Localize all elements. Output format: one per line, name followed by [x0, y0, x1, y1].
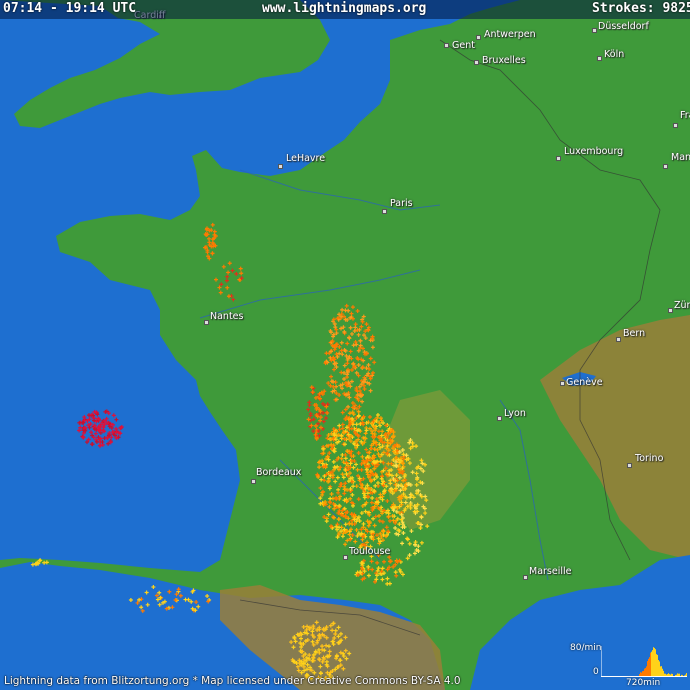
lightning-map[interactable]: Cardiff Antwerpen Gent Bruxelles Köln Dü…	[0, 0, 690, 690]
city-label-geneve: Genève	[566, 377, 603, 388]
city-dot	[560, 381, 565, 386]
histogram-bar	[656, 654, 657, 676]
histogram-bar	[675, 674, 676, 676]
city-dot	[663, 164, 668, 169]
footer-credit: Lightning data from Blitzortung.org * Ma…	[4, 675, 461, 687]
city-dot	[523, 575, 528, 580]
histogram-bar	[639, 674, 640, 676]
city-dot	[597, 56, 602, 61]
city-label-lyon: Lyon	[504, 408, 526, 419]
city-dot	[497, 416, 502, 421]
city-label-antwerpen: Antwerpen	[484, 29, 536, 40]
histogram-bar	[655, 649, 656, 676]
histogram-span-label: 720min	[626, 678, 661, 688]
city-dot	[343, 555, 348, 560]
city-label-gent: Gent	[452, 40, 475, 51]
histogram-bar	[642, 671, 643, 676]
city-label-marseille: Marseille	[529, 566, 572, 577]
city-dot	[668, 308, 673, 313]
histogram-bar	[686, 673, 687, 676]
site-link[interactable]: www.lightningmaps.org	[262, 1, 426, 16]
city-label-koln: Köln	[604, 49, 625, 60]
time-range: 07:14 - 19:14 UTC	[3, 1, 137, 16]
histogram-bar	[648, 658, 649, 676]
city-dot	[204, 320, 209, 325]
histogram-bar	[650, 652, 651, 676]
histogram-bar	[653, 647, 654, 676]
city-dot	[476, 35, 481, 40]
histogram-bar	[678, 673, 679, 676]
histogram-bar	[671, 673, 672, 676]
city-dot	[556, 156, 561, 161]
histogram-bar	[681, 674, 682, 676]
histogram-bar	[659, 661, 660, 676]
strokes-value: 9825	[662, 1, 690, 16]
city-label-nantes: Nantes	[210, 311, 244, 322]
city-dot	[673, 123, 678, 128]
histogram-bar	[662, 668, 663, 676]
histogram-bar	[676, 674, 677, 676]
histogram-bar	[647, 661, 648, 676]
histogram-bar	[677, 673, 678, 676]
city-dot	[444, 43, 449, 48]
histogram-bar	[654, 647, 655, 676]
histogram-bar	[651, 651, 652, 676]
histogram-bar	[667, 674, 668, 676]
city-label-bordeaux: Bordeaux	[256, 467, 302, 478]
histogram-bar	[665, 673, 666, 676]
histogram-bar	[658, 660, 659, 676]
city-label-zurich: Zür	[674, 300, 690, 311]
city-label-dusseldorf: Düsseldorf	[598, 21, 649, 32]
city-label-luxembourg: Luxembourg	[564, 146, 624, 157]
strokes-count: Strokes: 9825	[592, 1, 690, 16]
histogram-bar	[640, 672, 641, 676]
histogram-bar	[669, 674, 670, 676]
city-label-toulouse: Toulouse	[349, 546, 391, 557]
histogram-zero-label: 0	[593, 667, 599, 677]
histogram-bar	[644, 668, 645, 676]
histogram-bar	[668, 673, 669, 676]
histogram-bar	[646, 666, 647, 676]
city-label-bern: Bern	[623, 328, 646, 339]
city-label-lehavre: LeHavre	[286, 153, 326, 164]
strokes-label: Strokes:	[592, 1, 655, 16]
histogram-bar	[682, 675, 683, 676]
histogram-bar	[679, 673, 680, 676]
city-dot	[592, 28, 597, 33]
city-label-frankfurt: Fra	[680, 110, 690, 121]
histogram-chart	[601, 646, 687, 677]
histogram-bar	[685, 674, 686, 676]
histogram-bar	[645, 667, 646, 676]
histogram-bar	[657, 654, 658, 676]
city-label-torino: Torino	[635, 453, 664, 464]
city-label-mannheim: Mann	[671, 152, 690, 163]
city-dot	[474, 60, 479, 65]
city-dot	[278, 164, 283, 169]
histogram-bar	[661, 666, 662, 676]
histogram-bar	[652, 650, 653, 676]
map-canvas	[0, 0, 690, 690]
histogram-bar	[660, 666, 661, 676]
histogram-bar	[666, 674, 667, 676]
city-dot	[251, 479, 256, 484]
histogram-bar	[664, 673, 665, 676]
histogram-bar	[649, 657, 650, 676]
city-dot	[627, 463, 632, 468]
city-label-paris: Paris	[390, 198, 413, 209]
city-label-bruxelles: Bruxelles	[482, 55, 526, 66]
histogram-bar	[684, 675, 685, 676]
histogram-bar	[641, 672, 642, 676]
histogram-bar	[670, 674, 671, 676]
city-dot	[382, 209, 387, 214]
histogram-bar	[672, 673, 673, 676]
city-dot	[616, 337, 621, 342]
histogram-panel	[601, 646, 687, 677]
histogram-bar	[663, 670, 664, 676]
histogram-bar	[643, 670, 644, 676]
histogram-max-label: 80/min	[570, 643, 602, 653]
